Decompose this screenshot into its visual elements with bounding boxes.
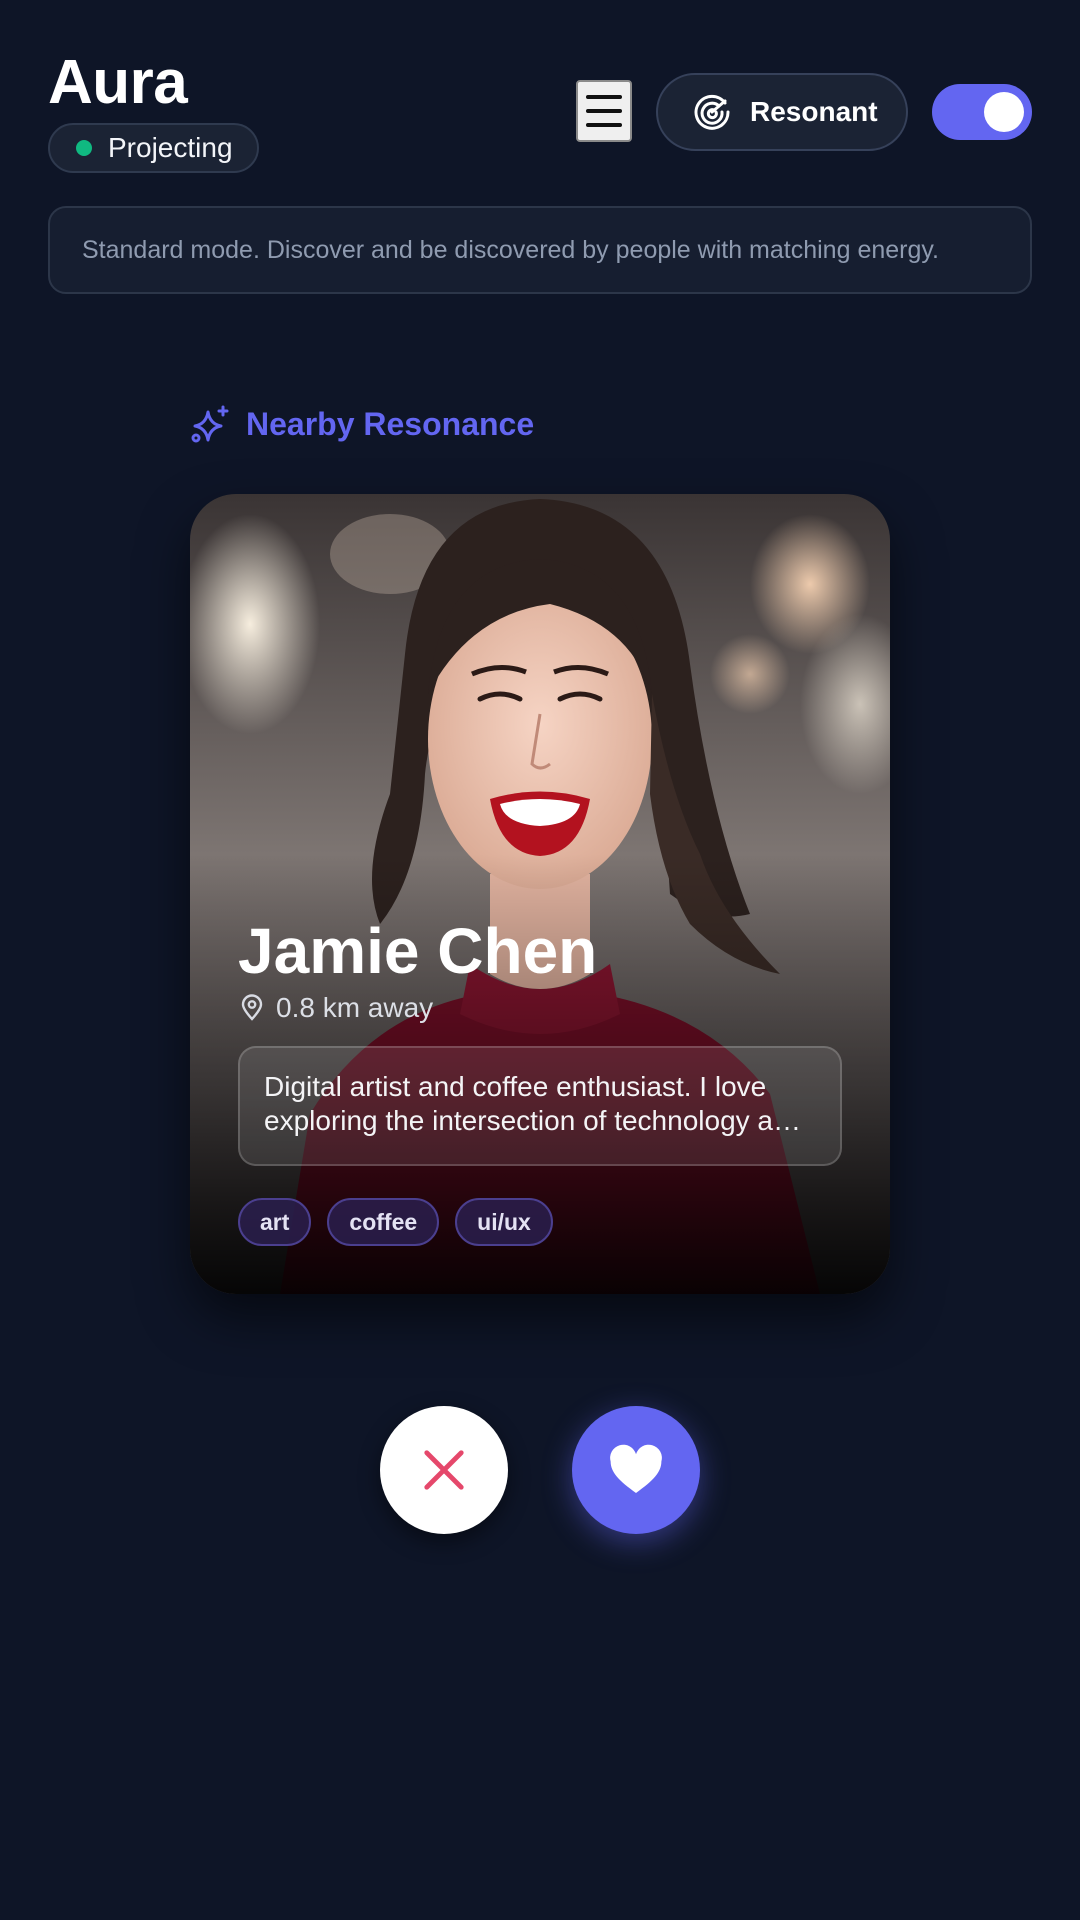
app-title: Aura: [48, 48, 188, 117]
like-button[interactable]: [572, 1406, 700, 1534]
sparkles-icon: [191, 405, 229, 443]
pass-button[interactable]: [380, 1406, 508, 1534]
hamburger-icon: [586, 95, 622, 99]
profile-bio: Digital artist and coffee enthusiast. I …: [238, 1046, 842, 1166]
status-badge: Projecting: [48, 123, 259, 173]
mode-description-banner: Standard mode. Discover and be discovere…: [48, 206, 1032, 294]
profile-distance: 0.8 km away: [238, 992, 433, 1024]
tag-chip: art: [238, 1198, 312, 1246]
mode-label: Resonant: [750, 96, 878, 127]
status-label: Projecting: [108, 132, 233, 163]
bio-text: Digital artist and coffee enthusiast. I …: [264, 1071, 805, 1136]
profile-card[interactable]: Jamie Chen 0.8 km away Digital artist an…: [190, 494, 890, 1294]
status-dot: [76, 140, 92, 156]
radar-icon: [694, 94, 730, 130]
profile-name: Jamie Chen: [238, 915, 598, 987]
tag-chip: ui/ux: [455, 1198, 553, 1246]
interest-tags: art coffee ui/ux: [238, 1198, 553, 1246]
mode-button[interactable]: Resonant: [656, 73, 908, 151]
banner-text: Standard mode. Discover and be discovere…: [82, 235, 939, 264]
tag-chip: coffee: [327, 1198, 440, 1246]
heart-icon: [610, 1444, 662, 1493]
toggle-knob: [984, 92, 1024, 132]
mode-toggle[interactable]: [932, 84, 1032, 140]
distance-label: 0.8 km away: [276, 992, 434, 1023]
menu-button[interactable]: [576, 80, 632, 142]
section-header: Nearby Resonance: [190, 404, 534, 444]
close-icon: [424, 1450, 464, 1490]
profile-photo: [190, 494, 890, 1294]
section-title: Nearby Resonance: [246, 405, 535, 442]
location-pin-icon: [241, 994, 263, 1021]
